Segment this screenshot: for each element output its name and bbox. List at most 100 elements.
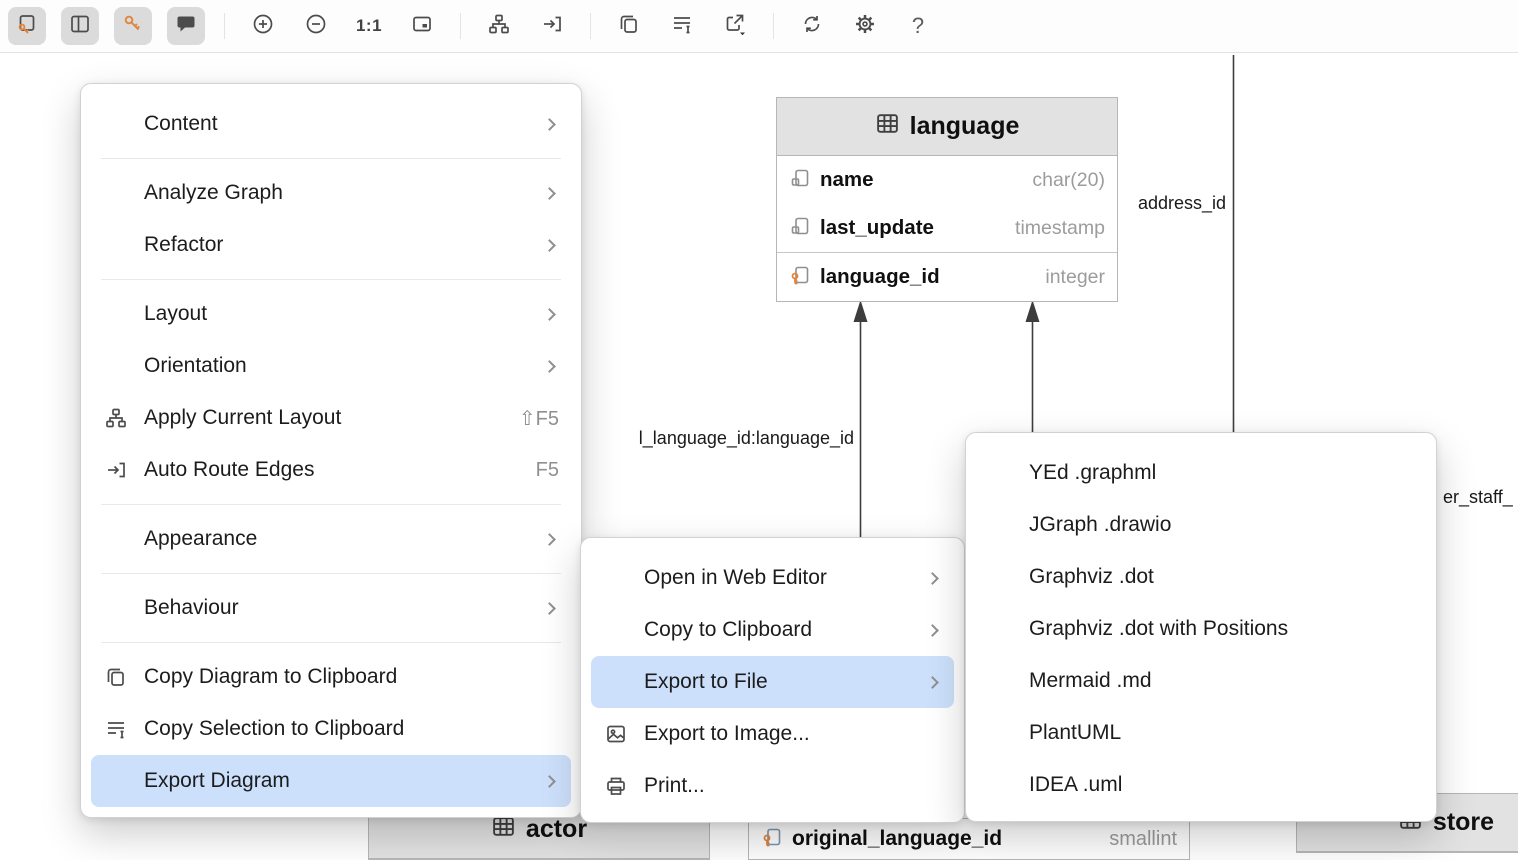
menu-item-behaviour[interactable]: Behaviour <box>91 582 571 634</box>
settings-button[interactable] <box>846 7 884 45</box>
submenu-arrow-icon <box>543 360 556 373</box>
comments-toggle-button[interactable] <box>167 7 205 45</box>
toolbar-separator <box>460 13 461 39</box>
menu-item-plantuml[interactable]: PlantUML <box>976 707 1426 759</box>
menu-item-copy-selection-to-clipboard[interactable]: Copy Selection to Clipboard <box>91 703 571 755</box>
diagram-toolbar: 1:1 <box>0 0 1518 53</box>
column-row-last-update[interactable]: last_update timestamp <box>777 204 1117 252</box>
table-title: actor <box>526 815 587 844</box>
menu-separator <box>101 279 561 280</box>
submenu-arrow-icon <box>926 676 939 689</box>
table-grid-icon <box>491 814 516 846</box>
table-title: language <box>910 112 1020 141</box>
menu-separator <box>101 504 561 505</box>
menu-item-print[interactable]: Print... <box>591 760 954 812</box>
submenu-arrow-icon <box>543 775 556 788</box>
table-title: store <box>1433 808 1494 837</box>
fit-content-icon <box>411 13 433 40</box>
menu-item-jgraph-drawio[interactable]: JGraph .drawio <box>976 499 1426 551</box>
export-diagram-submenu: Open in Web Editor Copy to Clipboard Exp… <box>580 537 965 823</box>
menu-item-copy-to-clipboard[interactable]: Copy to Clipboard <box>591 604 954 656</box>
copy-diagram-button[interactable] <box>610 7 648 45</box>
menu-separator <box>101 158 561 159</box>
menu-item-apply-current-layout[interactable]: Apply Current Layout ⇧F5 <box>91 392 571 444</box>
zoom-in-button[interactable] <box>244 7 282 45</box>
menu-separator <box>101 573 561 574</box>
menu-item-mermaid-md[interactable]: Mermaid .md <box>976 655 1426 707</box>
zoom-in-icon <box>251 12 275 41</box>
column-icon <box>789 167 811 194</box>
table-grid-icon <box>875 111 900 143</box>
copy-icon <box>105 666 137 688</box>
menu-item-open-in-web-editor[interactable]: Open in Web Editor <box>591 552 954 604</box>
menu-item-graphviz-dot[interactable]: Graphviz .dot <box>976 551 1426 603</box>
help-icon: ? <box>912 13 924 39</box>
submenu-arrow-icon <box>543 308 556 321</box>
menu-item-refactor[interactable]: Refactor <box>91 219 571 271</box>
auto-route-icon <box>105 459 137 481</box>
menu-item-export-diagram[interactable]: Export Diagram <box>91 755 571 807</box>
columns-panel-icon <box>69 13 91 40</box>
column-icon <box>789 215 811 242</box>
toolbar-separator <box>590 13 591 39</box>
actual-size-label: 1:1 <box>356 16 382 36</box>
refresh-button[interactable] <box>793 7 831 45</box>
table-key-toggle-button[interactable] <box>8 7 46 45</box>
table-language[interactable]: language name char(20) last_update times… <box>776 97 1118 302</box>
table-language-header[interactable]: language <box>777 98 1117 156</box>
menu-item-content[interactable]: Content <box>91 98 571 150</box>
actual-size-button[interactable]: 1:1 <box>350 7 388 45</box>
auto-route-edges-button[interactable] <box>533 7 571 45</box>
copy-selection-icon <box>671 13 693 40</box>
copy-selection-button[interactable] <box>663 7 701 45</box>
table-key-icon <box>16 13 38 40</box>
copy-icon <box>618 13 640 40</box>
fit-content-button[interactable] <box>403 7 441 45</box>
edge-label-language-fk: l_language_id:language_id <box>582 428 854 449</box>
menu-separator <box>101 642 561 643</box>
apply-layout-button[interactable] <box>480 7 518 45</box>
toolbar-separator <box>224 13 225 39</box>
submenu-arrow-icon <box>543 533 556 546</box>
column-row-original-language-id[interactable]: original_language_id smallint <box>748 818 1190 860</box>
gear-icon <box>853 12 877 41</box>
foreign-key-icon <box>761 826 783 853</box>
export-button[interactable] <box>716 7 754 45</box>
image-icon <box>605 723 637 745</box>
columns-panel-toggle-button[interactable] <box>61 7 99 45</box>
menu-item-yed-graphml[interactable]: YEd .graphml <box>976 447 1426 499</box>
copy-selection-icon <box>105 718 137 740</box>
menu-item-auto-route-edges[interactable]: Auto Route Edges F5 <box>91 444 571 496</box>
context-menu: Content Analyze Graph Refactor Layout Or… <box>80 83 582 818</box>
refresh-icon <box>800 12 824 41</box>
hierarchy-layout-icon <box>105 407 137 429</box>
menu-item-copy-diagram-to-clipboard[interactable]: Copy Diagram to Clipboard <box>91 651 571 703</box>
submenu-arrow-icon <box>926 624 939 637</box>
menu-item-graphviz-dot-positions[interactable]: Graphviz .dot with Positions <box>976 603 1426 655</box>
auto-route-icon <box>541 13 563 40</box>
menu-item-export-to-file[interactable]: Export to File <box>591 656 954 708</box>
key-toggle-button[interactable] <box>114 7 152 45</box>
comment-icon <box>175 13 197 40</box>
printer-icon <box>605 775 637 797</box>
submenu-arrow-icon <box>543 187 556 200</box>
menu-item-export-to-image[interactable]: Export to Image... <box>591 708 954 760</box>
menu-item-orientation[interactable]: Orientation <box>91 340 571 392</box>
zoom-out-button[interactable] <box>297 7 335 45</box>
column-row-name[interactable]: name char(20) <box>777 156 1117 204</box>
edge-label-address-id: address_id <box>1108 193 1226 214</box>
primary-key-icon <box>789 264 811 291</box>
menu-item-idea-uml[interactable]: IDEA .uml <box>976 759 1426 811</box>
hierarchy-layout-icon <box>488 13 510 40</box>
export-format-submenu: YEd .graphml JGraph .drawio Graphviz .do… <box>965 432 1437 822</box>
menu-item-analyze-graph[interactable]: Analyze Graph <box>91 167 571 219</box>
zoom-out-icon <box>304 12 328 41</box>
column-row-language-id[interactable]: language_id integer <box>777 253 1117 301</box>
toolbar-separator <box>773 13 774 39</box>
key-icon <box>122 13 144 40</box>
submenu-arrow-icon <box>543 118 556 131</box>
menu-item-layout[interactable]: Layout <box>91 288 571 340</box>
help-button[interactable]: ? <box>899 7 937 45</box>
export-icon <box>723 12 747 41</box>
menu-item-appearance[interactable]: Appearance <box>91 513 571 565</box>
